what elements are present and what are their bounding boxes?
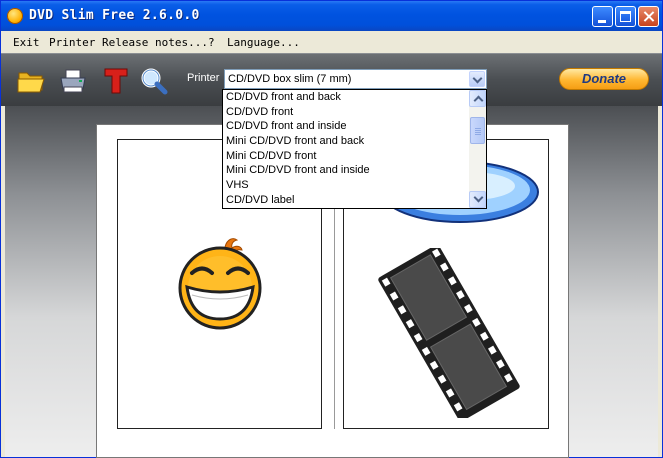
- template-option[interactable]: CD/DVD front: [223, 105, 470, 120]
- close-button[interactable]: [638, 6, 659, 27]
- window-title: DVD Slim Free 2.6.0.0: [29, 8, 200, 23]
- grip-line: [475, 134, 481, 135]
- chevron-down-icon: [473, 192, 484, 203]
- zoom-icon[interactable]: [139, 67, 169, 95]
- chevron-up-icon: [473, 95, 484, 106]
- chevron-down-icon: [472, 73, 483, 84]
- print-icon[interactable]: [58, 67, 88, 95]
- scroll-up-button[interactable]: [469, 90, 486, 107]
- app-smiley-icon: [7, 8, 23, 24]
- maximize-button[interactable]: [615, 6, 636, 27]
- smiley-face-image[interactable]: [170, 225, 270, 335]
- open-folder-icon[interactable]: [16, 67, 46, 95]
- grip-line: [475, 130, 481, 131]
- menu-language[interactable]: Language...: [227, 36, 300, 49]
- dropdown-scrollbar[interactable]: [469, 90, 486, 208]
- template-option[interactable]: CD/DVD label: [223, 193, 470, 208]
- template-select-dropdown-button[interactable]: [469, 71, 485, 87]
- title-bar[interactable]: DVD Slim Free 2.6.0.0: [1, 1, 662, 31]
- template-option[interactable]: Mini CD/DVD front and back: [223, 134, 470, 149]
- template-select-value: CD/DVD box slim (7 mm): [228, 73, 352, 85]
- template-option[interactable]: CD/DVD front and inside: [223, 119, 470, 134]
- menu-exit[interactable]: Exit: [13, 36, 40, 49]
- menu-help[interactable]: ?: [208, 36, 215, 49]
- grip-line: [475, 128, 481, 129]
- grip-line: [475, 132, 481, 133]
- template-option[interactable]: Mini CD/DVD front and inside: [223, 163, 470, 178]
- template-option[interactable]: CD/DVD front and back: [223, 90, 470, 105]
- template-dropdown-list: CD/DVD front and back CD/DVD front CD/DV…: [222, 89, 487, 209]
- menu-bar: Exit Printer Release notes... ? Language…: [1, 31, 662, 53]
- scroll-thumb[interactable]: [470, 117, 485, 144]
- minimize-button[interactable]: [592, 6, 613, 27]
- template-select[interactable]: CD/DVD box slim (7 mm): [224, 69, 487, 89]
- donate-button[interactable]: Donate: [559, 68, 649, 90]
- printer-label: Printer: [187, 72, 220, 84]
- text-icon[interactable]: [101, 67, 131, 95]
- film-strip-image[interactable]: [378, 248, 520, 418]
- template-options: CD/DVD front and back CD/DVD front CD/DV…: [223, 90, 470, 208]
- scroll-down-button[interactable]: [469, 191, 486, 208]
- template-option[interactable]: VHS: [223, 178, 470, 193]
- template-option[interactable]: Mini CD/DVD front: [223, 149, 470, 164]
- menu-printer[interactable]: Printer: [49, 36, 95, 49]
- menu-release-notes[interactable]: Release notes...: [102, 36, 208, 49]
